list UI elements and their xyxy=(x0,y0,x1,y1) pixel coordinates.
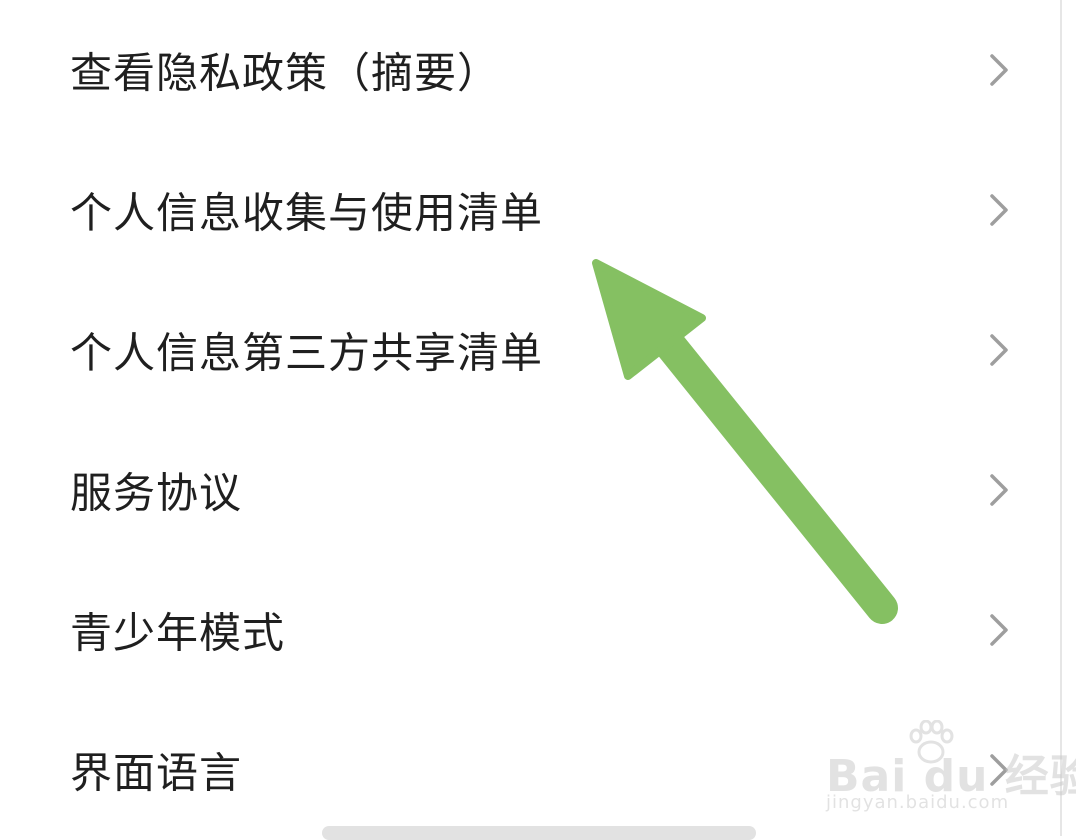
home-indicator[interactable] xyxy=(322,826,756,840)
menu-item-label: 服务协议 xyxy=(70,468,243,518)
chevron-right-icon xyxy=(990,474,1008,506)
chevron-right-icon xyxy=(990,194,1008,226)
menu-item-label: 界面语言 xyxy=(70,748,243,798)
chevron-right-icon xyxy=(990,54,1008,86)
menu-item-teen-mode[interactable]: 青少年模式 xyxy=(0,560,1060,700)
chevron-right-icon xyxy=(990,614,1008,646)
menu-item-interface-language[interactable]: 界面语言 xyxy=(0,700,1060,840)
menu-item-label: 个人信息第三方共享清单 xyxy=(70,328,544,378)
menu-item-third-party-sharing-list[interactable]: 个人信息第三方共享清单 xyxy=(0,280,1060,420)
menu-item-service-agreement[interactable]: 服务协议 xyxy=(0,420,1060,560)
menu-item-label: 个人信息收集与使用清单 xyxy=(70,188,544,238)
chevron-right-icon xyxy=(990,754,1008,786)
menu-item-personal-info-collection-list[interactable]: 个人信息收集与使用清单 xyxy=(0,140,1060,280)
menu-item-label: 青少年模式 xyxy=(70,608,286,658)
menu-item-label: 查看隐私政策（摘要） xyxy=(70,48,501,98)
menu-item-privacy-policy-summary[interactable]: 查看隐私政策（摘要） xyxy=(0,0,1060,140)
settings-menu: 查看隐私政策（摘要） 个人信息收集与使用清单 个人信息第三方共享清单 服务协议 … xyxy=(0,0,1060,836)
scroll-edge xyxy=(1060,0,1062,836)
chevron-right-icon xyxy=(990,334,1008,366)
